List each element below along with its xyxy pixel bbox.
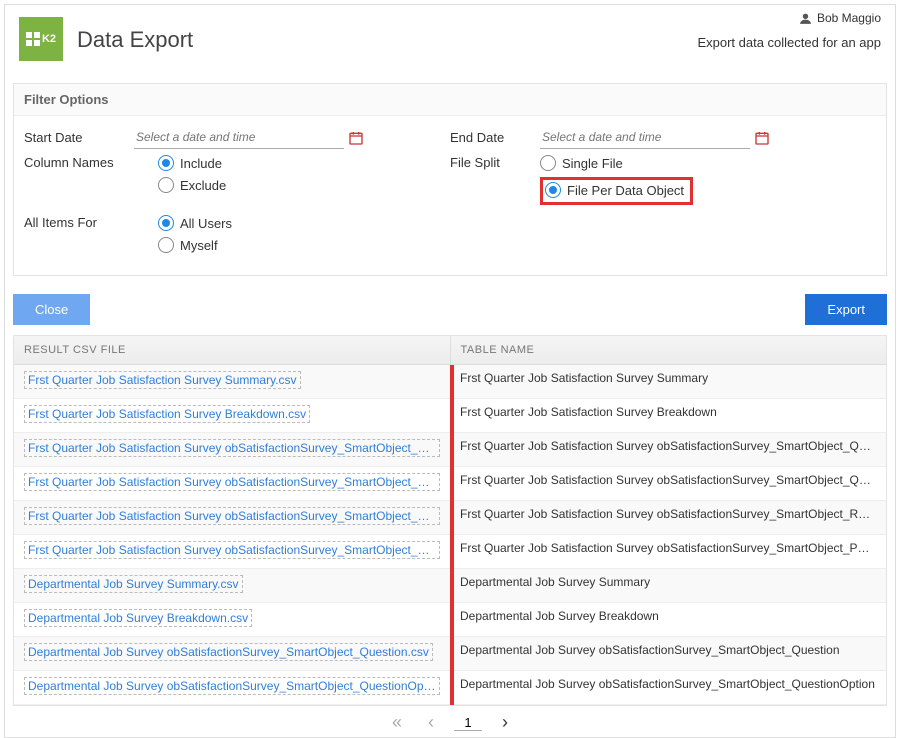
page-subtitle: Export data collected for an app — [697, 35, 881, 50]
radio-exclude[interactable]: Exclude — [158, 177, 226, 193]
csv-file-link[interactable]: Frst Quarter Job Satisfaction Survey obS… — [24, 507, 440, 525]
table-name-cell: Departmental Job Survey Summary — [450, 569, 886, 602]
pager-page-input[interactable] — [454, 715, 482, 731]
csv-file-link[interactable]: Frst Quarter Job Satisfaction Survey obS… — [24, 473, 440, 491]
col-result-csv-file[interactable]: RESULT CSV FILE — [14, 336, 451, 364]
csv-file-link[interactable]: Frst Quarter Job Satisfaction Survey obS… — [24, 541, 440, 559]
button-bar: Close Export — [5, 284, 895, 335]
table-name-cell: Departmental Job Survey Breakdown — [450, 603, 886, 636]
radio-all-users-label: All Users — [180, 216, 232, 231]
table-name-cell: Frst Quarter Job Satisfaction Survey obS… — [450, 467, 886, 500]
table-row: Frst Quarter Job Satisfaction Survey obS… — [14, 467, 886, 501]
all-items-label: All Items For — [24, 215, 134, 230]
csv-file-link[interactable]: Departmental Job Survey Breakdown.csv — [24, 609, 252, 627]
start-date-input[interactable] — [134, 126, 344, 149]
user-block[interactable]: Bob Maggio — [799, 11, 881, 25]
table-row: Departmental Job Survey obSatisfactionSu… — [14, 671, 886, 705]
file-split-label: File Split — [450, 155, 540, 170]
table-row: Departmental Job Survey Breakdown.csv Dep… — [14, 603, 886, 637]
table-row: Frst Quarter Job Satisfaction Survey obS… — [14, 433, 886, 467]
export-button[interactable]: Export — [805, 294, 887, 325]
table-row: Frst Quarter Job Satisfaction Survey Bre… — [14, 399, 886, 433]
filter-panel: Filter Options Start Date End Date — [13, 83, 887, 276]
csv-file-link[interactable]: Departmental Job Survey obSatisfactionSu… — [24, 643, 433, 661]
pager: « ‹ › — [5, 706, 895, 737]
calendar-icon[interactable] — [750, 130, 770, 146]
end-date-input[interactable] — [540, 126, 750, 149]
header: K2 Data Export Bob Maggio Export data co… — [5, 5, 895, 75]
csv-file-link[interactable]: Departmental Job Survey Summary.csv — [24, 575, 243, 593]
table-row: Frst Quarter Job Satisfaction Survey Sum… — [14, 365, 886, 399]
radio-include[interactable]: Include — [158, 155, 226, 171]
calendar-icon[interactable] — [344, 130, 364, 146]
radio-exclude-label: Exclude — [180, 178, 226, 193]
pager-first-icon[interactable]: « — [386, 712, 408, 733]
csv-file-link[interactable]: Frst Quarter Job Satisfaction Survey Sum… — [24, 371, 301, 389]
table-name-cell: Frst Quarter Job Satisfaction Survey obS… — [450, 501, 886, 534]
table-row: Departmental Job Survey Summary.csv Depar… — [14, 569, 886, 603]
table-name-cell: Frst Quarter Job Satisfaction Survey Sum… — [450, 365, 886, 398]
table-header: RESULT CSV FILE TABLE NAME — [14, 336, 886, 365]
radio-file-per-object[interactable]: File Per Data Object — [545, 182, 684, 198]
start-date-label: Start Date — [24, 130, 134, 145]
highlight-annotation: File Per Data Object — [540, 177, 693, 205]
user-name: Bob Maggio — [817, 11, 881, 25]
radio-file-per-object-label: File Per Data Object — [567, 183, 684, 198]
radio-myself[interactable]: Myself — [158, 237, 232, 253]
radio-myself-label: Myself — [180, 238, 218, 253]
table-name-cell: Frst Quarter Job Satisfaction Survey obS… — [450, 535, 886, 568]
user-icon — [799, 12, 812, 25]
close-button[interactable]: Close — [13, 294, 90, 325]
radio-all-users[interactable]: All Users — [158, 215, 232, 231]
pager-next-icon[interactable]: › — [496, 712, 514, 733]
results-table: RESULT CSV FILE TABLE NAME Frst Quarter … — [13, 335, 887, 706]
logo-text: K2 — [42, 33, 56, 45]
column-names-label: Column Names — [24, 155, 134, 170]
pager-prev-icon[interactable]: ‹ — [422, 712, 440, 733]
page-title: Data Export — [77, 27, 193, 53]
table-name-cell: Departmental Job Survey obSatisfactionSu… — [450, 637, 886, 670]
csv-file-link[interactable]: Frst Quarter Job Satisfaction Survey Bre… — [24, 405, 310, 423]
table-name-cell: Frst Quarter Job Satisfaction Survey Bre… — [450, 399, 886, 432]
radio-include-label: Include — [180, 156, 222, 171]
app-logo: K2 — [19, 17, 63, 61]
table-row: Departmental Job Survey obSatisfactionSu… — [14, 637, 886, 671]
table-row: Frst Quarter Job Satisfaction Survey obS… — [14, 535, 886, 569]
csv-file-link[interactable]: Frst Quarter Job Satisfaction Survey obS… — [24, 439, 440, 457]
csv-file-link[interactable]: Departmental Job Survey obSatisfactionSu… — [24, 677, 440, 695]
table-row: Frst Quarter Job Satisfaction Survey obS… — [14, 501, 886, 535]
filter-panel-title: Filter Options — [14, 84, 886, 116]
table-name-cell: Departmental Job Survey obSatisfactionSu… — [450, 671, 886, 704]
table-name-cell: Frst Quarter Job Satisfaction Survey obS… — [450, 433, 886, 466]
radio-single-file-label: Single File — [562, 156, 623, 171]
table-body: Frst Quarter Job Satisfaction Survey Sum… — [14, 365, 886, 705]
end-date-label: End Date — [450, 130, 540, 145]
radio-single-file[interactable]: Single File — [540, 155, 693, 171]
col-table-name[interactable]: TABLE NAME — [451, 336, 887, 364]
